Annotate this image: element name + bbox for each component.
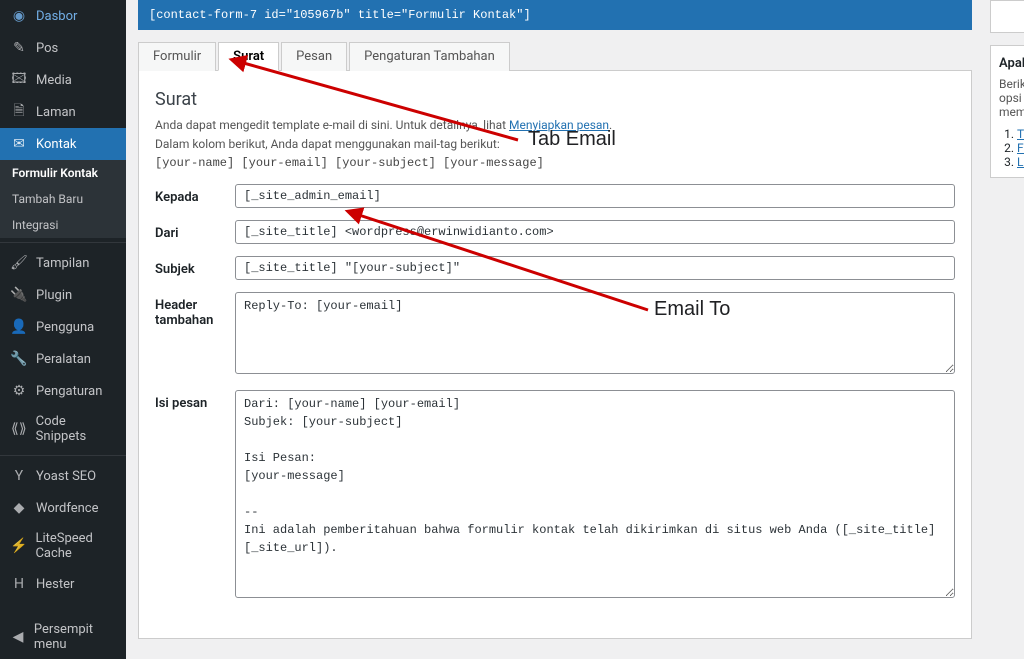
menu-label: Plugin — [36, 288, 72, 303]
menu-icon: ◉ — [10, 7, 28, 25]
menu-icon: 🗎 — [10, 103, 28, 121]
menu-icon: 👤 — [10, 318, 28, 336]
sidebar-item-wordfence[interactable]: ◆ Wordfence — [0, 492, 126, 524]
sidebar-item-code-snippets[interactable]: ⟪⟫ Code Snippets — [0, 407, 126, 451]
menu-label: Pos — [36, 41, 58, 56]
menu-label: Yoast SEO — [36, 469, 96, 484]
sidebar-item-pengguna[interactable]: 👤 Pengguna — [0, 311, 126, 343]
sidebar-item-plugin[interactable]: 🔌 Plugin — [0, 279, 126, 311]
delete-link[interactable]: Hapus — [999, 9, 1024, 24]
menu-label: LiteSpeed Cache — [35, 531, 118, 561]
sidebar-item-media[interactable]: 🖾 Media — [0, 64, 126, 96]
help-text: Berikut adalah beberapa opsi yang tersed… — [999, 77, 1024, 119]
menu-icon: ⟪⟫ — [10, 420, 28, 438]
menu-label: Hester — [36, 577, 74, 592]
sidebar-item-pos[interactable]: ✎ Pos — [0, 32, 126, 64]
menu-label: Dasbor — [36, 9, 77, 24]
menu-icon: ✉ — [10, 135, 28, 153]
sidebar-item-laman[interactable]: 🗎 Laman — [0, 96, 126, 128]
admin-sidebar: ◉ Dasbor ✎ Pos 🖾 Media 🗎 Laman ✉ Kontak Formulir … — [0, 0, 126, 659]
menu-label: Tampilan — [36, 256, 89, 271]
menu-label: Media — [36, 73, 72, 88]
menu-icon: 🔌 — [10, 286, 28, 304]
menu-label: Peralatan — [36, 352, 91, 367]
menu-icon: 🖾 — [10, 71, 28, 89]
help-link[interactable]: Forum — [1017, 141, 1024, 155]
collapse-icon: ◀ — [10, 628, 26, 646]
sidebar-item-pengaturan[interactable]: ⚙ Pengaturan — [0, 375, 126, 407]
collapse-menu[interactable]: ◀ Persempit menu — [0, 615, 126, 659]
menu-label: Pengguna — [36, 320, 94, 335]
collapse-label: Persempit menu — [34, 622, 118, 652]
submenu-item-formulir-kontak[interactable]: Formulir Kontak — [0, 160, 126, 186]
submenu-item-tambah-baru[interactable]: Tambah Baru — [0, 186, 126, 212]
menu-icon: ⚙ — [10, 382, 28, 400]
menu-label: Laman — [36, 105, 76, 120]
sidebar-item-hester[interactable]: H Hester — [0, 568, 126, 600]
menu-icon: 🔧 — [10, 350, 28, 368]
sidebar-item-dasbor[interactable]: ◉ Dasbor — [0, 0, 126, 32]
annotation-overlay — [138, 42, 972, 422]
submenu-item-integrasi[interactable]: Integrasi — [0, 212, 126, 238]
menu-icon: Y — [10, 467, 28, 485]
menu-icon: 🖌 — [10, 254, 28, 272]
help-link[interactable]: Tanya — [1017, 127, 1024, 141]
menu-label: Kontak — [36, 137, 77, 152]
menu-icon: H — [10, 575, 28, 593]
menu-label: Code Snippets — [36, 414, 118, 444]
sidebar-item-kontak[interactable]: ✉ Kontak — [0, 128, 126, 160]
sidebar-item-yoast-seo[interactable]: Y Yoast SEO — [0, 460, 126, 492]
help-link[interactable]: Layan — [1017, 155, 1024, 169]
shortcode-banner[interactable]: [contact-form-7 id="105967b" title="Form… — [138, 0, 972, 30]
menu-icon: ⚡ — [10, 537, 27, 555]
menu-icon: ✎ — [10, 39, 28, 57]
menu-label: Pengaturan — [36, 384, 102, 399]
menu-label: Wordfence — [36, 501, 99, 516]
sidebar-item-tampilan[interactable]: 🖌 Tampilan — [0, 247, 126, 279]
sidebar-item-peralatan[interactable]: 🔧 Peralatan — [0, 343, 126, 375]
sidebar-item-litespeed-cache[interactable]: ⚡ LiteSpeed Cache — [0, 524, 126, 568]
sidebar-right: Hapus Apakah A Berikut adalah beberapa o… — [984, 0, 1024, 659]
menu-icon: ◆ — [10, 499, 28, 517]
help-title: Apakah A — [999, 56, 1024, 71]
